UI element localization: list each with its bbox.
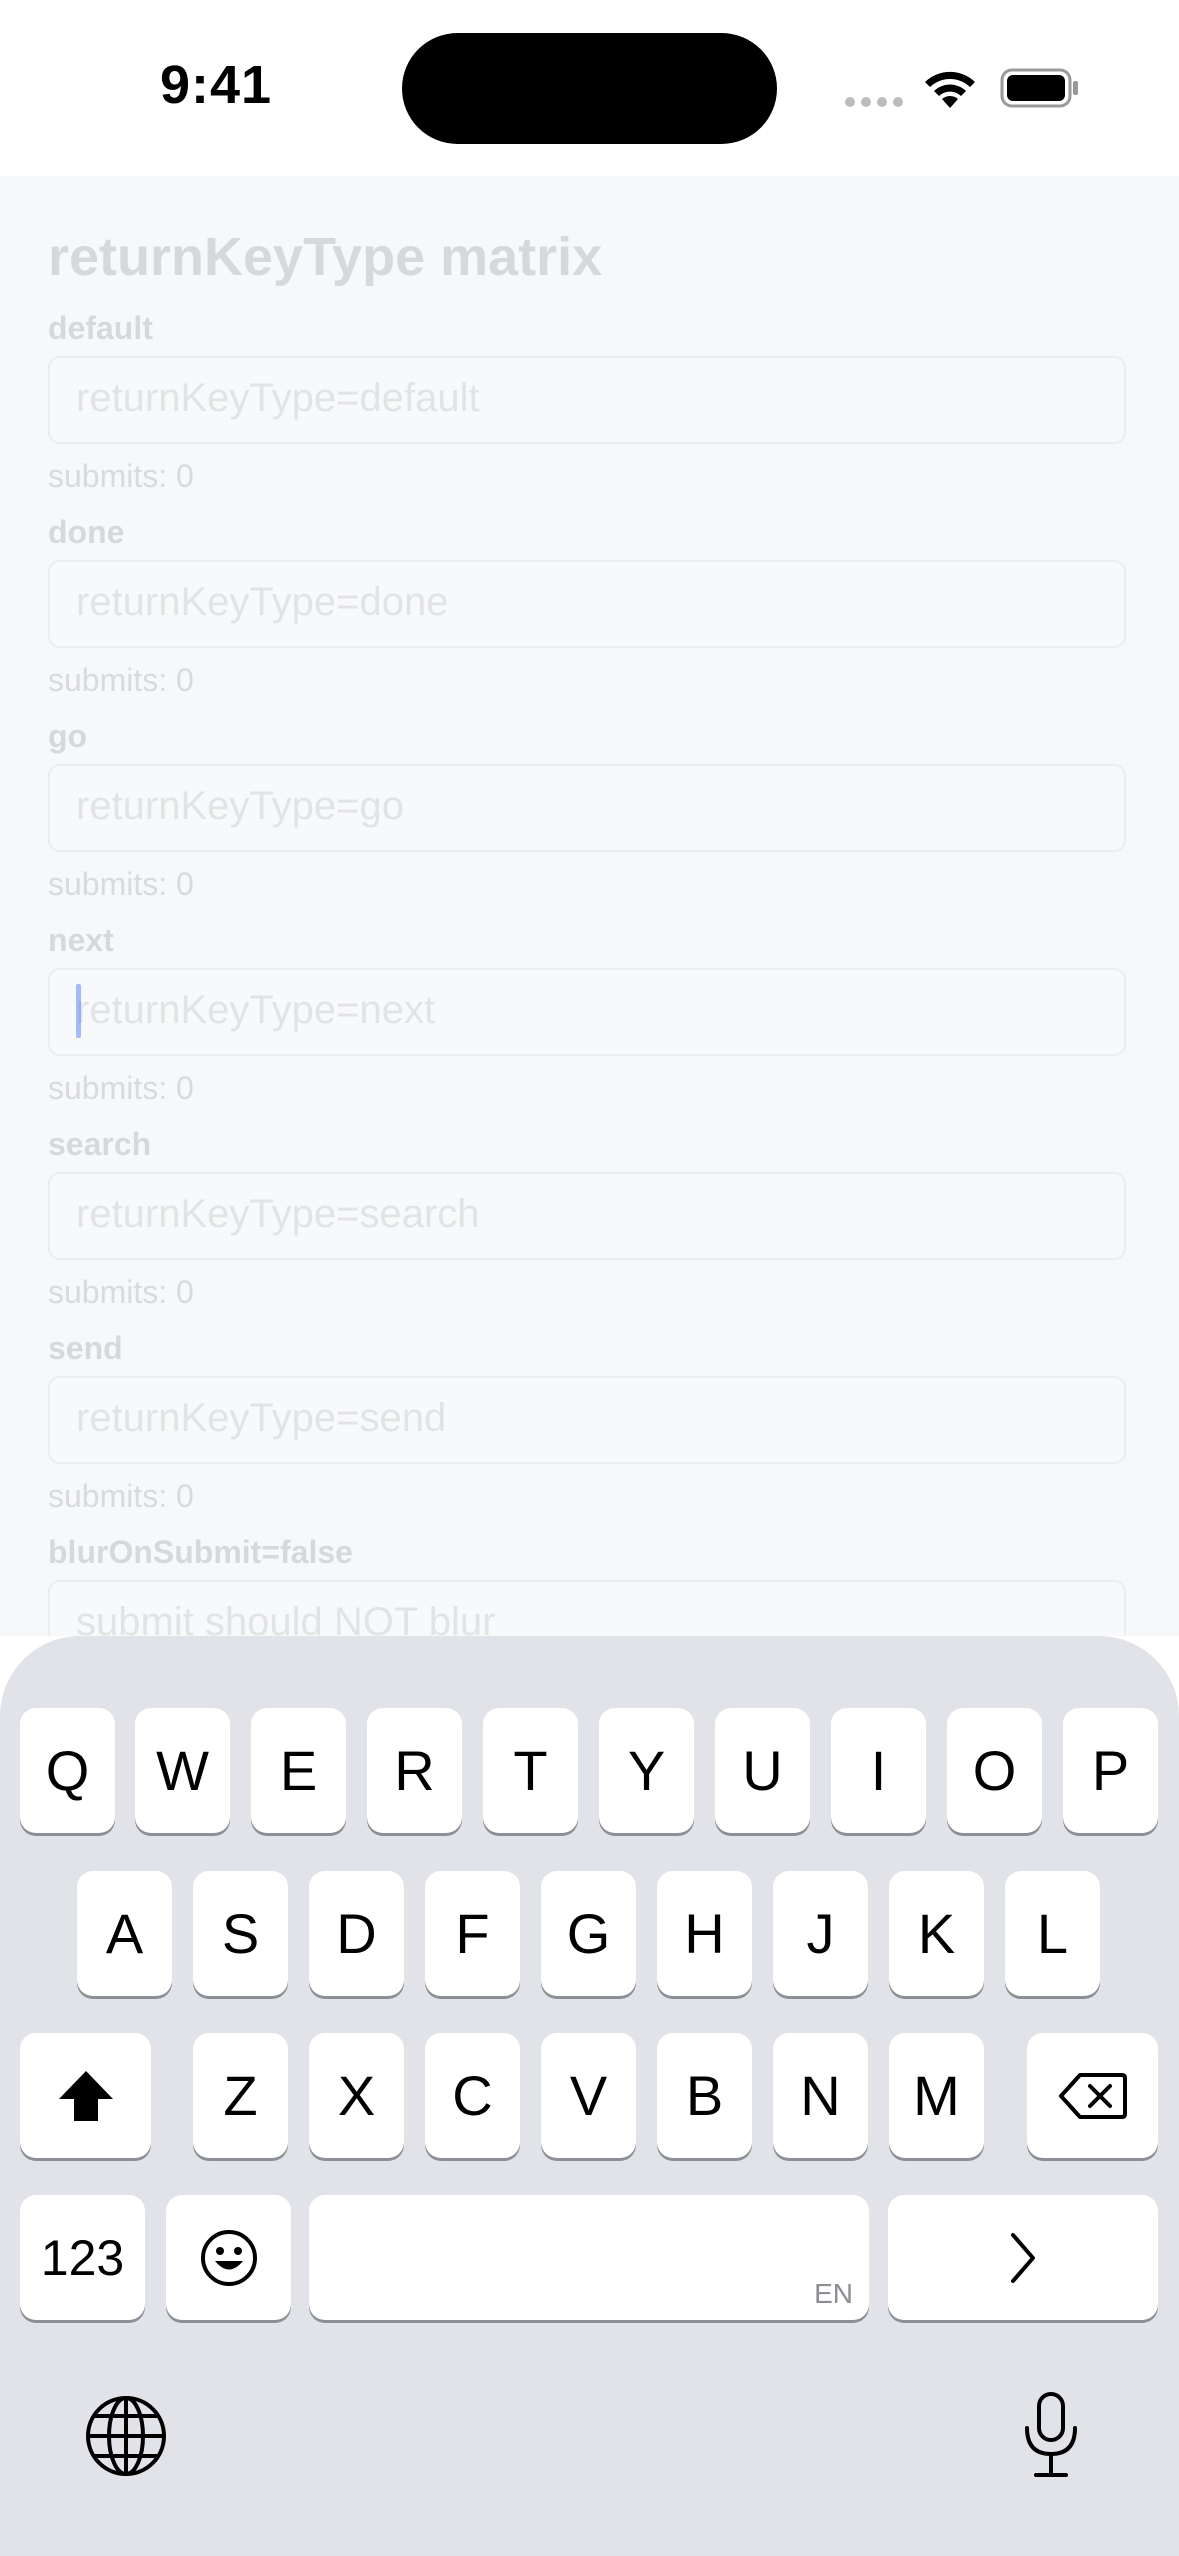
submits-counter-default: submits: 0 (48, 458, 194, 494)
key-w[interactable]: W (135, 1708, 230, 1833)
input-placeholder: returnKeyType=send (76, 1396, 447, 1440)
delete-key[interactable] (1027, 2033, 1158, 2158)
key-e[interactable]: E (251, 1708, 346, 1833)
text-input-blur-on-submit[interactable]: submit should NOT blur (48, 1580, 1126, 1636)
numbers-key[interactable]: 123 (20, 2195, 145, 2320)
space-key[interactable]: EN (309, 2195, 869, 2320)
row-label-blur-on-submit: blurOnSubmit=false (48, 1534, 353, 1570)
row-label-done: done (48, 514, 125, 550)
submits-counter-search: submits: 0 (48, 1274, 194, 1310)
key-b[interactable]: B (657, 2033, 752, 2158)
delete-icon (1058, 2072, 1127, 2119)
row-label-search: search (48, 1126, 152, 1162)
input-placeholder: returnKeyType=next (76, 988, 436, 1032)
row-label-next: next (48, 922, 114, 958)
key-a[interactable]: A (77, 1871, 172, 1996)
globe-icon[interactable] (84, 2394, 168, 2478)
text-input-default[interactable]: returnKeyType=default (48, 356, 1126, 444)
cellular-signal-icon (845, 94, 909, 112)
key-v[interactable]: V (541, 2033, 636, 2158)
submits-counter-go: submits: 0 (48, 866, 194, 902)
next-arrow-icon (1011, 2232, 1035, 2283)
text-input-search[interactable]: returnKeyType=search (48, 1172, 1126, 1260)
key-q[interactable]: Q (20, 1708, 115, 1833)
input-placeholder: returnKeyType=default (76, 376, 480, 420)
text-input-go[interactable]: returnKeyType=go (48, 764, 1126, 852)
row-label-go: go (48, 718, 88, 754)
screen-content: returnKeyType matrix default returnKeyTy… (0, 176, 1179, 1636)
row-label-default: default (48, 310, 153, 346)
microphone-icon[interactable] (1020, 2390, 1082, 2480)
key-d[interactable]: D (309, 1871, 404, 1996)
status-time: 9:41 (160, 55, 273, 115)
shift-icon (58, 2070, 113, 2121)
key-o[interactable]: O (947, 1708, 1042, 1833)
wifi-icon (925, 71, 975, 108)
text-cursor (76, 984, 81, 1038)
battery-icon (1000, 68, 1078, 108)
status-bar: 9:41 (0, 0, 1179, 176)
submits-counter-next: submits: 0 (48, 1070, 194, 1106)
key-s[interactable]: S (193, 1871, 288, 1996)
key-x[interactable]: X (309, 2033, 404, 2158)
dynamic-island (402, 33, 777, 144)
page-title: returnKeyType matrix (48, 227, 603, 287)
key-j[interactable]: J (773, 1871, 868, 1996)
key-i[interactable]: I (831, 1708, 926, 1833)
key-g[interactable]: G (541, 1871, 636, 1996)
input-placeholder: returnKeyType=search (76, 1192, 480, 1236)
key-k[interactable]: K (889, 1871, 984, 1996)
key-l[interactable]: L (1005, 1871, 1100, 1996)
submits-counter-send: submits: 0 (48, 1478, 194, 1514)
key-t[interactable]: T (483, 1708, 578, 1833)
row-label-send: send (48, 1330, 123, 1366)
software-keyboard: Q W E R T Y U I O P A S D F G H J K L Z … (0, 1636, 1179, 2556)
key-f[interactable]: F (425, 1871, 520, 1996)
key-u[interactable]: U (715, 1708, 810, 1833)
input-placeholder: returnKeyType=done (76, 580, 449, 624)
input-placeholder: returnKeyType=go (76, 784, 404, 828)
key-p[interactable]: P (1063, 1708, 1158, 1833)
next-return-key[interactable] (888, 2195, 1158, 2320)
text-input-done[interactable]: returnKeyType=done (48, 560, 1126, 648)
input-placeholder: submit should NOT blur (76, 1600, 496, 1636)
key-c[interactable]: C (425, 2033, 520, 2158)
emoji-icon (200, 2229, 257, 2286)
text-input-next[interactable]: returnKeyType=next (48, 968, 1126, 1056)
key-h[interactable]: H (657, 1871, 752, 1996)
key-r[interactable]: R (367, 1708, 462, 1833)
text-input-send[interactable]: returnKeyType=send (48, 1376, 1126, 1464)
emoji-key[interactable] (166, 2195, 291, 2320)
submits-counter-done: submits: 0 (48, 662, 194, 698)
key-m[interactable]: M (889, 2033, 984, 2158)
key-y[interactable]: Y (599, 1708, 694, 1833)
key-z[interactable]: Z (193, 2033, 288, 2158)
shift-key[interactable] (20, 2033, 151, 2158)
keyboard-language-label: EN (814, 2278, 853, 2309)
key-n[interactable]: N (773, 2033, 868, 2158)
